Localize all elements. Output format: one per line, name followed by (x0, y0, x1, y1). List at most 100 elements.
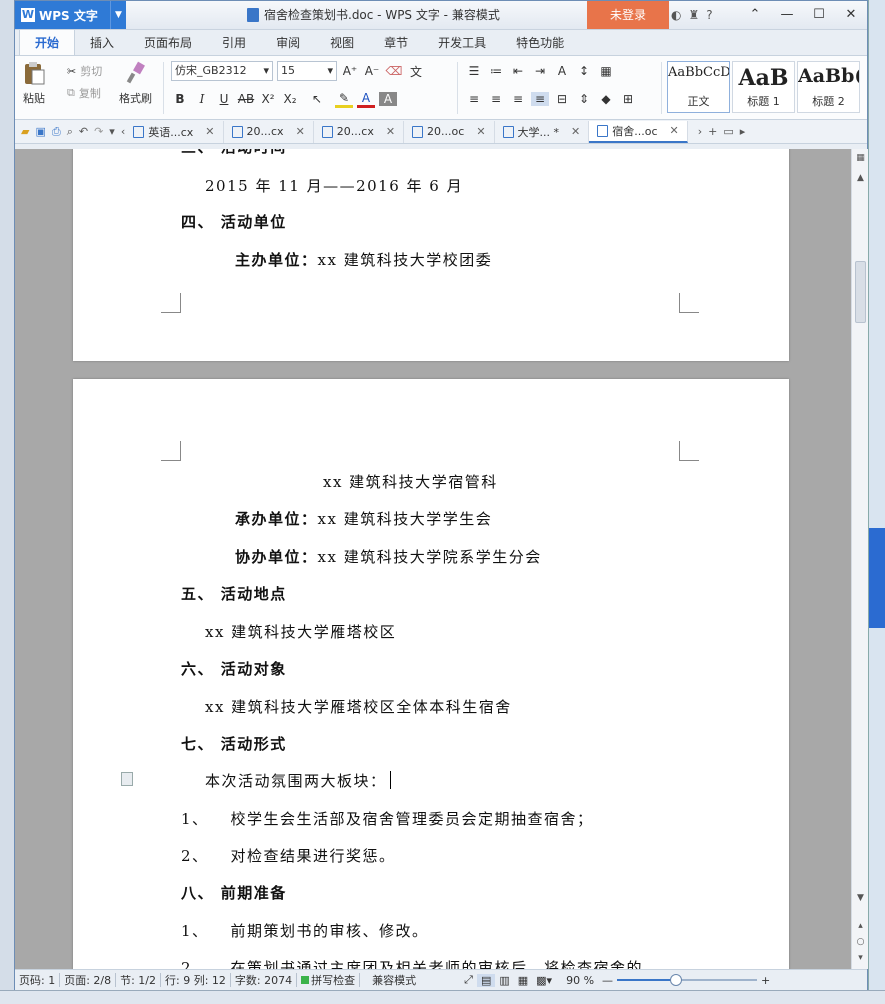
status-pages[interactable]: 页面: 2/8 (60, 972, 115, 988)
paste-button[interactable]: 粘贴 (21, 60, 47, 106)
prev-page-icon[interactable]: ▴ (852, 921, 869, 931)
italic-icon[interactable]: I (193, 92, 211, 106)
paragraph-handle-icon[interactable] (121, 772, 133, 786)
status-section[interactable]: 节: 1/2 (116, 972, 160, 988)
close-icon[interactable]: ✕ (386, 125, 395, 138)
font-name-select[interactable]: 仿宋_GB2312 ▾ (171, 61, 273, 81)
outline-view-icon[interactable]: ▥ (495, 974, 513, 987)
collapse-ribbon-button[interactable]: ⌃ (739, 1, 771, 29)
doc-tab[interactable]: 大学... * ✕ (495, 120, 590, 143)
tab-review[interactable]: 审阅 (261, 31, 315, 55)
style-normal[interactable]: AaBbCcD 正文 (667, 61, 730, 113)
print-preview-icon[interactable]: ⌕ (67, 125, 73, 139)
sort-icon[interactable]: ↕ (575, 64, 593, 78)
font-color-icon[interactable]: A (357, 91, 375, 108)
doc-tab[interactable]: 20...cx ✕ (224, 120, 314, 143)
chevron-down-icon[interactable]: ▼ (110, 1, 126, 29)
shirt-icon[interactable]: ♜ (688, 8, 699, 22)
copy-button[interactable]: ⧉ 复制 (67, 82, 102, 104)
reading-view-icon[interactable]: ▩▾ (532, 974, 556, 987)
close-icon[interactable]: ✕ (476, 125, 485, 138)
help-icon[interactable]: ? (706, 8, 712, 22)
tab-developer[interactable]: 开发工具 (423, 31, 501, 55)
page-view-icon[interactable]: ▤ (476, 973, 496, 987)
tab-references[interactable]: 引用 (207, 31, 261, 55)
zoom-level[interactable]: 90 % (562, 974, 598, 987)
zoom-out-icon[interactable]: — (598, 974, 617, 987)
highlight-icon[interactable]: ✎ (335, 91, 353, 108)
tab-special[interactable]: 特色功能 (501, 31, 579, 55)
numbered-list-icon[interactable]: ≔ (487, 64, 505, 78)
justify-icon[interactable]: ≡ (531, 92, 549, 106)
web-view-icon[interactable]: ▦ (514, 974, 532, 987)
close-icon[interactable]: ✕ (296, 125, 305, 138)
wps-menu-button[interactable]: W WPS 文字 ▼ (15, 1, 126, 29)
format-painter-button[interactable]: 格式刷 (119, 60, 152, 106)
vertical-scrollbar[interactable]: ▦ ▲ ▼ ▴ ○ ▾ (851, 149, 868, 969)
maximize-button[interactable]: ☐ (803, 1, 835, 29)
line-spacing-icon[interactable]: ⇕ (575, 92, 593, 106)
doc-tab[interactable]: 20...oc ✕ (404, 120, 495, 143)
shrink-font-icon[interactable]: A⁻ (363, 64, 381, 78)
close-icon[interactable]: ✕ (205, 125, 214, 138)
status-row-col[interactable]: 行: 9 列: 12 (161, 972, 230, 988)
document-area[interactable]: 三、 活动时间 2015 年 11 月——2016 年 6 月 四、 活动单位 … (15, 149, 851, 969)
char-shading-icon[interactable]: A (379, 92, 397, 106)
open-folder-icon[interactable]: ▰ (21, 125, 29, 138)
close-button[interactable]: ✕ (835, 1, 867, 29)
status-page[interactable]: 页码: 1 (15, 972, 59, 988)
tab-scroll-right-icon[interactable]: › (698, 125, 702, 138)
scroll-thumb[interactable] (855, 261, 866, 323)
split-view-icon[interactable]: ▦ (852, 153, 869, 163)
distributed-icon[interactable]: ⊟ (553, 92, 571, 106)
underline-icon[interactable]: U (215, 92, 233, 106)
page-2[interactable]: xx 建筑科技大学宿管科 承办单位：xx 建筑科技大学学生会 协办单位：xx 建… (73, 379, 789, 969)
tab-insert[interactable]: 插入 (75, 31, 129, 55)
new-tab-icon[interactable]: + (708, 125, 717, 138)
phonetic-icon[interactable]: 文 (407, 63, 425, 80)
shading-icon[interactable]: ◆ (597, 92, 615, 106)
print-icon[interactable]: ⎙ (52, 125, 61, 139)
zoom-slider[interactable] (617, 973, 758, 987)
table-icon[interactable]: ▦ (597, 64, 615, 78)
text-effect-icon[interactable]: A (553, 64, 571, 78)
customize-qa-icon[interactable]: ▾ (109, 125, 115, 138)
fullscreen-view-icon[interactable]: ⤢ (460, 973, 477, 987)
align-left-icon[interactable]: ≡ (465, 92, 483, 106)
decrease-indent-icon[interactable]: ⇤ (509, 64, 527, 78)
restore-icon[interactable]: ▭ (723, 125, 733, 138)
bold-icon[interactable]: B (171, 92, 189, 106)
close-icon[interactable]: ✕ (571, 125, 580, 138)
cut-button[interactable]: ✂ 剪切 (67, 60, 102, 82)
subscript-icon[interactable]: X₂ (281, 92, 299, 106)
save-icon[interactable]: ▣ (35, 125, 45, 138)
minimize-button[interactable]: — (771, 1, 803, 29)
spell-check-toggle[interactable]: 拼写检查 (297, 972, 359, 988)
doc-tab[interactable]: 英语...cx ✕ (125, 120, 224, 143)
zoom-in-icon[interactable]: + (757, 974, 774, 987)
redo-icon[interactable]: ↷ (94, 125, 103, 138)
font-size-select[interactable]: 15 ▾ (277, 61, 337, 81)
style-heading-1[interactable]: AaB 标题 1 (732, 61, 795, 113)
tab-home[interactable]: 开始 (19, 29, 76, 55)
status-word-count[interactable]: 字数: 2074 (231, 972, 296, 988)
close-icon[interactable]: ✕ (670, 124, 679, 137)
shield-icon[interactable]: ◐ (671, 8, 681, 22)
zoom-slider-knob[interactable] (670, 974, 683, 986)
tab-page-layout[interactable]: 页面布局 (129, 31, 207, 55)
style-heading-2[interactable]: AaBb( 标题 2 (797, 61, 860, 113)
scroll-up-icon[interactable]: ▲ (852, 173, 869, 183)
increase-indent-icon[interactable]: ⇥ (531, 64, 549, 78)
tab-chapter[interactable]: 章节 (369, 31, 423, 55)
doc-tab-active[interactable]: 宿舍...oc ✕ (589, 120, 688, 143)
login-button[interactable]: 未登录 (587, 1, 669, 29)
align-center-icon[interactable]: ≡ (487, 92, 505, 106)
doc-tab[interactable]: 20...cx ✕ (314, 120, 405, 143)
clear-format-icon[interactable]: ⌫ (385, 64, 403, 78)
tab-view[interactable]: 视图 (315, 31, 369, 55)
bullet-list-icon[interactable]: ☰ (465, 64, 483, 78)
strikethrough-icon[interactable]: AB (237, 92, 255, 106)
borders-icon[interactable]: ⊞ (619, 92, 637, 106)
align-right-icon[interactable]: ≡ (509, 92, 527, 106)
undo-icon[interactable]: ↶ (79, 125, 88, 138)
